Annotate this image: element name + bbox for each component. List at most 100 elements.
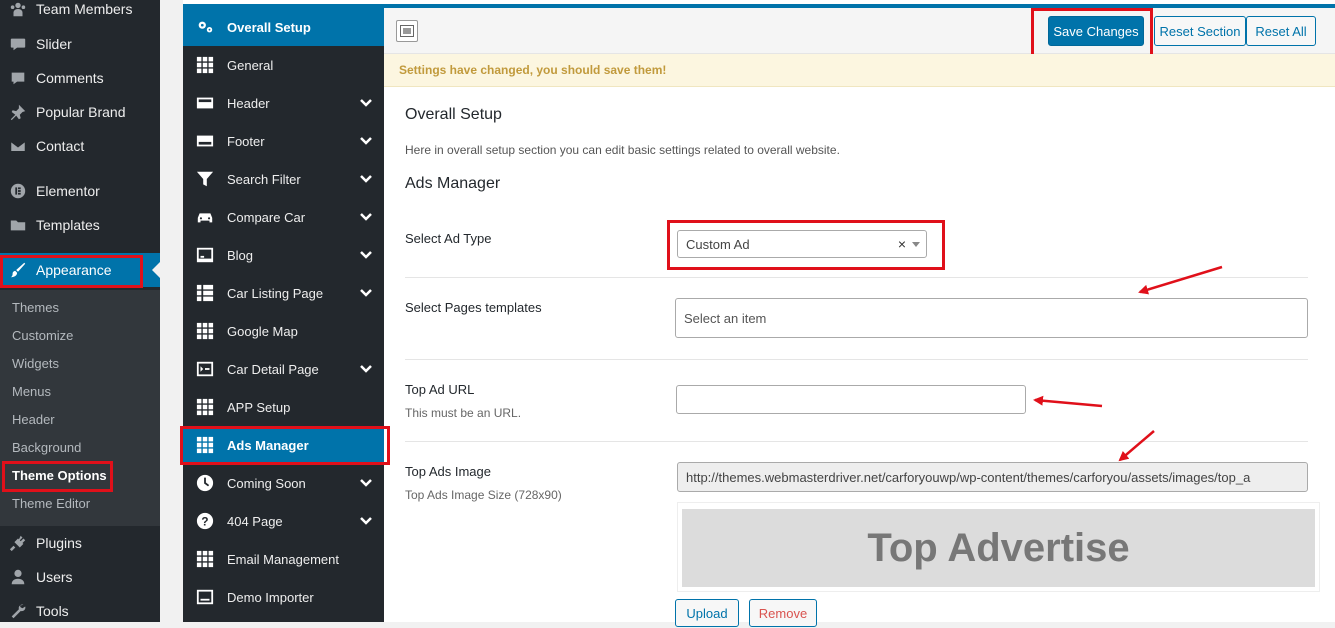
nav-label: Google Map [227,323,298,339]
importer-icon [183,588,227,606]
clear-icon[interactable]: × [898,236,906,252]
menu-item-plugins[interactable]: Plugins [0,526,160,560]
nav-label: Overall Setup [227,19,311,35]
field-separator [405,277,1308,278]
nav-compare-car[interactable]: Compare Car [183,198,384,236]
menu-item-appearance[interactable]: Appearance [0,253,160,287]
menu-label: Slider [36,36,72,52]
menu-item-popular-brand[interactable]: Popular Brand [0,95,160,129]
nav-app-setup[interactable]: APP Setup [183,388,384,426]
chevron-down-icon[interactable] [360,248,372,260]
menu-item-team-members[interactable]: Team Members [0,0,160,26]
menu-item-elementor[interactable]: Elementor [0,174,160,208]
menu-item-slider[interactable]: Slider [0,27,160,61]
top-ad-url-input[interactable] [676,385,1026,414]
submenu-customize[interactable]: Customize [12,326,73,346]
top-ads-image-url-input[interactable]: http://themes.webmasterdriver.net/carfor… [677,462,1308,492]
nav-label: Email Management [227,551,339,567]
menu-label: Users [36,569,73,585]
pages-templates-label: Select Pages templates [405,300,542,315]
menu-label: Contact [36,138,85,154]
ad-type-value: Custom Ad [686,236,750,252]
top-ads-image-help: Top Ads Image Size (728x90) [405,488,562,502]
submenu-menus[interactable]: Menus [12,382,51,402]
nav-email-management[interactable]: Email Management [183,540,384,578]
reset-section-button[interactable]: Reset Section [1154,16,1246,46]
chevron-down-icon[interactable] [360,172,372,184]
nav-header[interactable]: Header [183,84,384,122]
dropdown-arrow-icon[interactable] [912,242,920,247]
menu-item-templates[interactable]: Templates [0,208,160,242]
nav-demo-importer[interactable]: Demo Importer [183,578,384,616]
pages-templates-select[interactable]: Select an item [675,298,1308,338]
submenu-themes[interactable]: Themes [12,298,59,318]
submenu-theme-editor[interactable]: Theme Editor [12,494,90,514]
chevron-down-icon[interactable] [360,476,372,488]
menu-label: Tools [36,603,69,619]
footer-icon [183,132,227,150]
filter-icon [183,170,227,188]
grid-icon [183,56,227,74]
nav-google-map[interactable]: Google Map [183,312,384,350]
nav-label: Footer [227,133,265,149]
nav-blog[interactable]: Blog [183,236,384,274]
section-subtitle: Ads Manager [405,175,501,192]
nav-label: APP Setup [227,399,291,415]
ad-preview-text: Top Advertise [682,509,1315,587]
svg-text:?: ? [201,516,208,529]
menu-item-comments[interactable]: Comments [0,61,160,95]
nav-label: Ads Manager [227,437,309,453]
save-changes-button[interactable]: Save Changes [1048,16,1144,46]
menu-label: Team Members [36,1,133,17]
pages-templates-placeholder: Select an item [684,310,767,326]
nav-search-filter[interactable]: Search Filter [183,160,384,198]
menu-label: Plugins [36,535,82,551]
chevron-down-icon[interactable] [360,362,372,374]
chevron-down-icon[interactable] [360,210,372,222]
settings-changed-notice: Settings have changed, you should save t… [384,54,1335,87]
options-toolbar: Save Changes Reset Section Reset All [384,8,1335,54]
envelope-icon [0,137,36,155]
chevron-down-icon[interactable] [360,514,372,526]
submenu-theme-options[interactable]: Theme Options [12,466,107,486]
nav-ads-manager[interactable]: Ads Manager [183,426,384,464]
detail-icon [183,360,227,378]
menu-label: Popular Brand [36,104,126,120]
ad-type-select[interactable]: Custom Ad × [677,230,927,258]
nav-label: 404 Page [227,513,283,529]
submenu-header[interactable]: Header [12,410,55,430]
nav-car-detail-page[interactable]: Car Detail Page [183,350,384,388]
gears-icon [183,18,227,36]
nav-coming-soon[interactable]: Coming Soon [183,464,384,502]
wp-admin-menu: Team Members Slider Comments Popular Bra… [0,0,160,622]
chevron-down-icon[interactable] [360,134,372,146]
nav-overall-setup[interactable]: Overall Setup [183,8,384,46]
chevron-down-icon[interactable] [360,96,372,108]
reset-all-button[interactable]: Reset All [1246,16,1316,46]
remove-button[interactable]: Remove [749,599,817,627]
menu-item-tools[interactable]: Tools [0,594,160,628]
nav-label: Search Filter [227,171,301,187]
submenu-background[interactable]: Background [12,438,81,458]
car-icon [183,208,227,226]
expand-icon[interactable] [396,20,418,42]
nav-label: Coming Soon [227,475,306,491]
list-icon [183,284,227,302]
menu-item-users[interactable]: Users [0,560,160,594]
team-icon [0,0,36,18]
nav-404-page[interactable]: ? 404 Page [183,502,384,540]
nav-footer[interactable]: Footer [183,122,384,160]
submenu-widgets[interactable]: Widgets [12,354,59,374]
section-description: Here in overall setup section you can ed… [405,143,840,157]
nav-general[interactable]: General [183,46,384,84]
top-ad-url-help: This must be an URL. [405,406,522,420]
menu-item-contact[interactable]: Contact [0,129,160,163]
top-ads-image-label: Top Ads Image [405,464,491,479]
menu-label: Appearance [36,262,112,278]
menu-label: Elementor [36,183,100,199]
upload-button[interactable]: Upload [675,599,739,627]
nav-car-listing-page[interactable]: Car Listing Page [183,274,384,312]
menu-label: Templates [36,217,100,233]
chevron-down-icon[interactable] [360,286,372,298]
grid-icon [183,436,227,454]
